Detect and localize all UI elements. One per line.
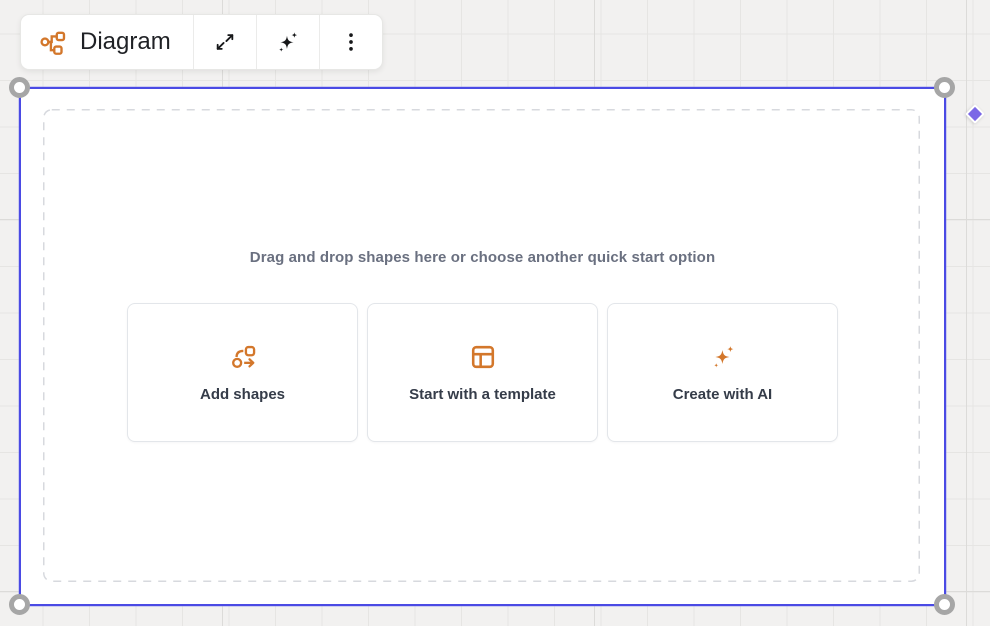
- add-shapes-card[interactable]: Add shapes: [127, 303, 358, 442]
- ai-button[interactable]: [256, 15, 319, 69]
- kebab-menu-icon: [340, 31, 362, 53]
- diagram-icon: [39, 29, 66, 56]
- create-with-ai-card[interactable]: Create with AI: [607, 303, 838, 442]
- more-options-button[interactable]: [319, 15, 382, 69]
- start-with-template-card[interactable]: Start with a template: [367, 303, 598, 442]
- expand-button[interactable]: [193, 15, 256, 69]
- toolbar-title-group[interactable]: Diagram: [21, 15, 193, 69]
- card-label: Create with AI: [673, 386, 772, 403]
- toolbar-title: Diagram: [80, 28, 171, 56]
- quick-start-options: Add shapes Start with a template: [21, 303, 944, 442]
- resize-handle-bottom-right[interactable]: [934, 594, 955, 615]
- connector-diamond-handle[interactable]: [965, 104, 985, 124]
- template-icon: [469, 343, 497, 371]
- whiteboard-canvas[interactable]: Drag and drop shapes here or choose anot…: [0, 0, 990, 626]
- resize-handle-top-left[interactable]: [9, 77, 30, 98]
- diagram-toolbar: Diagram: [20, 14, 383, 70]
- resize-handle-bottom-left[interactable]: [9, 594, 30, 615]
- drop-hint-text: Drag and drop shapes here or choose anot…: [21, 249, 944, 266]
- card-label: Add shapes: [200, 386, 285, 403]
- add-shapes-icon: [229, 343, 257, 371]
- expand-icon: [214, 31, 236, 53]
- sparkles-icon: [709, 343, 737, 371]
- resize-handle-top-right[interactable]: [934, 77, 955, 98]
- diagram-frame[interactable]: Drag and drop shapes here or choose anot…: [19, 87, 946, 606]
- card-label: Start with a template: [409, 386, 556, 403]
- sparkles-icon: [275, 30, 300, 55]
